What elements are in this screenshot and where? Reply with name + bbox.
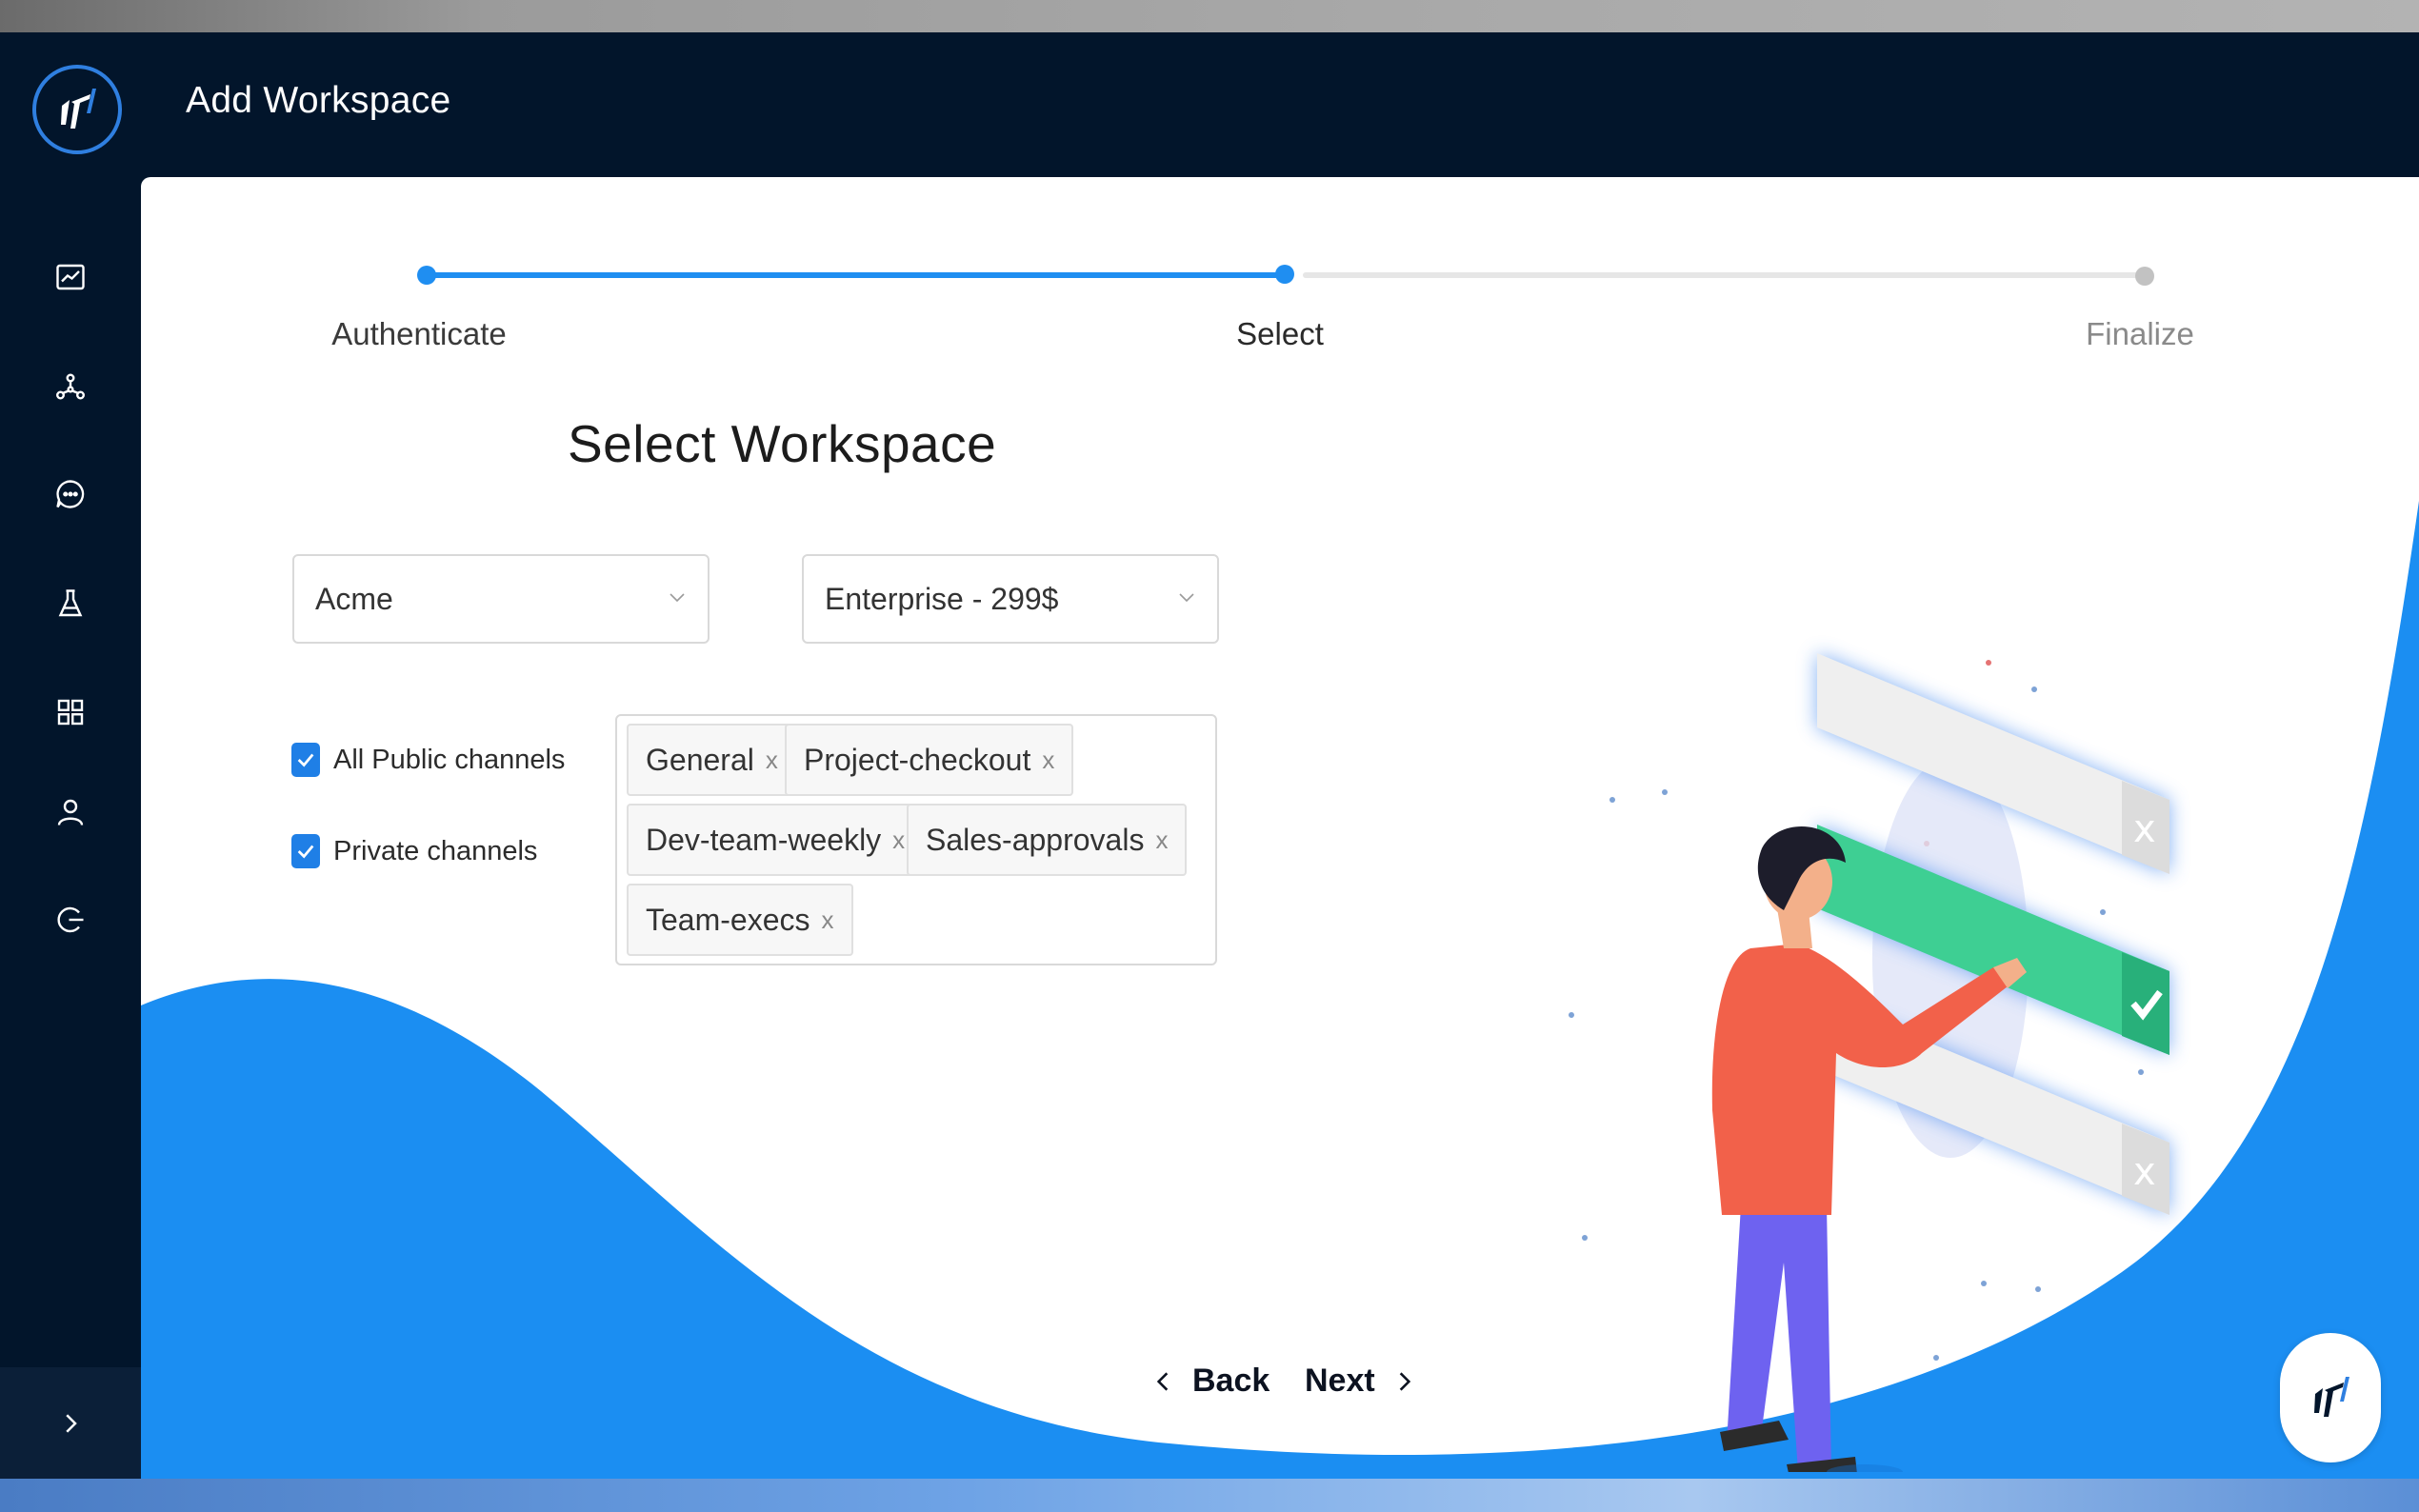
chart-line-icon: [56, 264, 85, 290]
checkmark-icon: [297, 753, 314, 767]
svg-text:x: x: [2133, 1150, 2156, 1194]
chevron-right-icon: [1399, 1371, 1410, 1391]
logo-mark-icon: [2314, 1377, 2349, 1417]
app-logo[interactable]: [32, 65, 122, 154]
back-button[interactable]: Back: [1150, 1363, 1269, 1400]
channel-tag: Team-execs x: [627, 884, 853, 956]
next-button-label: Next: [1305, 1363, 1375, 1399]
workspace-selection-illustration: x x: [1569, 653, 2169, 1472]
checkmark-icon: [297, 845, 314, 859]
chevron-right-icon: [66, 1413, 77, 1433]
public-channels-label: All Public channels: [333, 744, 566, 775]
step-label-select[interactable]: Select: [1236, 316, 1324, 352]
page-title: Add Workspace: [186, 80, 451, 121]
step-dot-authenticate[interactable]: [417, 266, 436, 285]
channel-tag-label: General: [646, 742, 754, 777]
main-panel: Authenticate Select Finalize Select Work…: [141, 177, 2419, 1479]
step-label-finalize[interactable]: Finalize: [2086, 316, 2194, 352]
sidebar-item-messages[interactable]: [50, 473, 91, 515]
next-button[interactable]: Next: [1305, 1363, 1417, 1400]
channel-tag: Project-checkout x: [785, 724, 1074, 796]
public-channels-option[interactable]: All Public channels: [291, 743, 565, 777]
channel-tag: Dev-team-weekly x: [627, 804, 925, 876]
tag-remove-icon[interactable]: x: [1042, 746, 1054, 775]
plan-select[interactable]: Enterprise - 299$: [802, 554, 1219, 644]
svg-text:x: x: [2133, 807, 2156, 851]
screen-bottom-bar: [0, 1479, 2419, 1512]
channel-tag-input[interactable]: General x Project-checkout x Dev-team-we…: [615, 714, 1217, 965]
sidebar-item-integrations[interactable]: [50, 366, 91, 408]
tag-remove-icon[interactable]: x: [1155, 826, 1168, 855]
stepper-progress-pending: [1303, 272, 2141, 278]
channel-tag-label: Team-execs: [646, 902, 810, 937]
stepper-progress-completed: [427, 272, 1288, 278]
form-title: Select Workspace: [568, 414, 997, 473]
private-channels-label: Private channels: [333, 835, 538, 866]
step-label-authenticate[interactable]: Authenticate: [331, 316, 506, 352]
sidebar-item-profile[interactable]: [50, 791, 91, 833]
channel-tag: General x: [627, 724, 797, 796]
user-icon: [57, 799, 84, 826]
workspace-select[interactable]: Acme: [292, 554, 710, 644]
channel-tag-label: Dev-team-weekly: [646, 822, 882, 857]
app-window: Add Workspace Authenticate Select Finali…: [0, 32, 2419, 1479]
sidebar-item-lab[interactable]: [50, 583, 91, 625]
channel-tag-label: Project-checkout: [804, 742, 1031, 777]
step-dot-select[interactable]: [1275, 265, 1294, 284]
sidebar-expand-button[interactable]: [0, 1367, 141, 1479]
help-launcher-button[interactable]: [2280, 1333, 2381, 1462]
channel-tag: Sales-approvals x: [907, 804, 1188, 876]
public-channels-checkbox[interactable]: [291, 743, 320, 777]
back-button-label: Back: [1192, 1363, 1270, 1399]
network-icon: [55, 373, 85, 400]
plan-select-value: Enterprise - 299$: [825, 581, 1059, 616]
chat-bubble-icon: [56, 480, 85, 508]
sidebar-item-apps[interactable]: [50, 691, 91, 733]
channel-tag-label: Sales-approvals: [926, 822, 1145, 857]
screen-top-bar: [0, 0, 2419, 32]
tag-remove-icon[interactable]: x: [766, 746, 778, 775]
private-channels-checkbox[interactable]: [291, 834, 320, 868]
sidebar: [0, 32, 141, 1479]
workspace-select-value: Acme: [315, 581, 393, 616]
step-dot-finalize[interactable]: [2135, 267, 2154, 286]
sidebar-item-analytics[interactable]: [50, 256, 91, 298]
private-channels-option[interactable]: Private channels: [291, 834, 537, 868]
logout-icon: [57, 906, 84, 933]
grid-icon: [57, 699, 84, 726]
tag-remove-icon[interactable]: x: [892, 826, 905, 855]
chevron-left-icon: [1156, 1371, 1169, 1391]
chevron-down-icon: [1179, 593, 1194, 603]
flask-icon: [58, 589, 83, 617]
logo-mark-icon: [61, 89, 96, 129]
chevron-down-icon: [670, 593, 685, 603]
tag-remove-icon[interactable]: x: [822, 905, 834, 935]
sidebar-item-logout[interactable]: [50, 899, 91, 941]
